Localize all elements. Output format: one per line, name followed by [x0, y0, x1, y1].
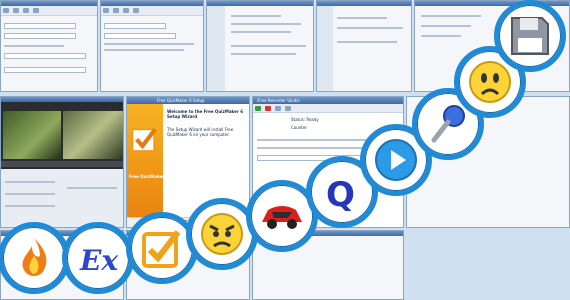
quizmaker-title: Free QuizMaker 6 Setup — [157, 98, 205, 103]
app-circle-flame[interactable] — [0, 222, 70, 294]
ex-icon: Ex — [79, 244, 118, 277]
app-circle-floppy[interactable] — [494, 0, 566, 72]
quizmaker-body: The Setup Wizard will install Free QuizM… — [167, 127, 234, 137]
quizmaker-logo-icon — [131, 128, 157, 152]
svg-text:Ex: Ex — [79, 244, 118, 277]
play-button-icon — [375, 139, 417, 181]
recorder-counter: Counter — [291, 125, 307, 130]
top-tile-2 — [100, 0, 204, 92]
svg-text:Q: Q — [326, 175, 355, 215]
top-tile-1 — [0, 0, 98, 92]
floppy-disk-icon — [511, 17, 549, 55]
quizmaker-side-banner: Free QuizMaker — [127, 104, 165, 227]
video-editor-tile — [0, 96, 124, 228]
top-tile-4 — [316, 0, 412, 92]
red-car-icon — [262, 206, 302, 229]
quizmaker-welcome: Welcome to the Free QuizMaker 6 Setup Wi… — [167, 109, 243, 119]
flame-icon — [22, 238, 47, 276]
sad-face-icon — [469, 61, 511, 103]
q-letter-icon: Q — [326, 175, 355, 215]
recorder-title: iFree Recorder Studio — [257, 98, 300, 103]
checkbox-icon — [142, 230, 181, 268]
angry-face-icon — [201, 213, 243, 255]
recorder-status: Status: Ready — [291, 117, 319, 122]
app-circle-ex[interactable]: Ex — [62, 222, 134, 294]
top-tile-3 — [206, 0, 314, 92]
quizmaker-brand: Free QuizMaker — [129, 174, 165, 179]
